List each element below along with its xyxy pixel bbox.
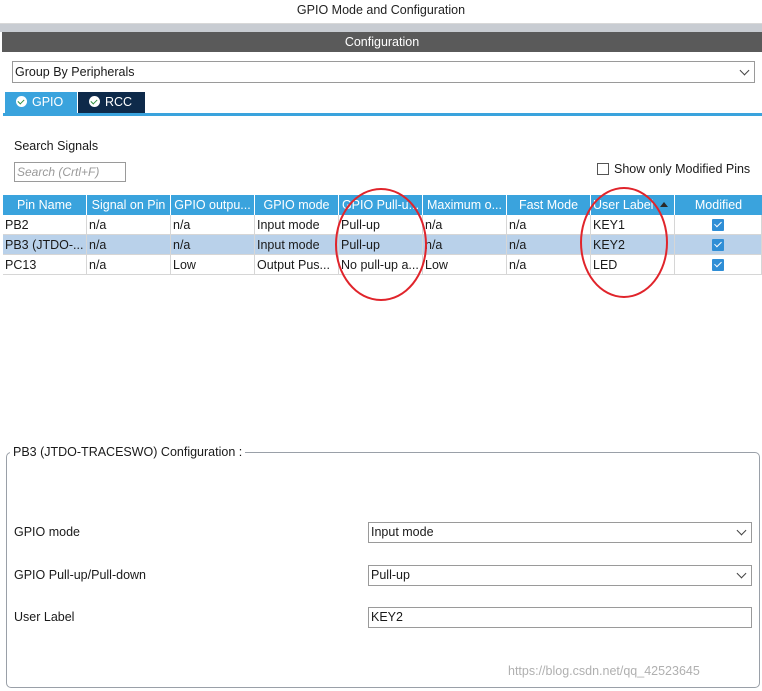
modified-checkbox[interactable] (712, 239, 724, 251)
pin-configuration-title: PB3 (JTDO-TRACESWO) Configuration : (10, 445, 246, 459)
chevron-down-icon (736, 525, 747, 536)
search-input[interactable] (14, 162, 126, 182)
cell-gpio-output: Low (171, 255, 255, 275)
cell-modified (675, 235, 762, 255)
cell-signal: n/a (87, 235, 171, 255)
cell-fast-mode: n/a (507, 235, 591, 255)
cell-user-label: KEY2 (591, 235, 675, 255)
table-row[interactable]: PB3 (JTDO-... n/a n/a Input mode Pull-up… (3, 235, 762, 255)
column-header-max-output[interactable]: Maximum o... (423, 195, 507, 215)
chevron-down-icon (739, 65, 750, 76)
cell-gpio-mode: Input mode (255, 235, 339, 255)
cell-gpio-mode: Output Pus... (255, 255, 339, 275)
cell-gpio-output: n/a (171, 235, 255, 255)
cell-gpio-mode: Input mode (255, 215, 339, 235)
window-title: GPIO Mode and Configuration (0, 0, 762, 24)
cell-gpio-pull: No pull-up a... (339, 255, 423, 275)
gpio-mode-select[interactable]: Input mode (368, 522, 752, 543)
cell-pin-name: PB2 (3, 215, 87, 235)
cell-modified (675, 255, 762, 275)
check-circle-icon (16, 96, 27, 107)
cell-user-label: KEY1 (591, 215, 675, 235)
show-only-modified-checkbox[interactable] (597, 163, 609, 175)
cell-modified (675, 215, 762, 235)
cell-gpio-pull: Pull-up (339, 235, 423, 255)
chevron-down-icon (736, 568, 747, 579)
table-header-row: Pin Name Signal on Pin GPIO outpu... GPI… (3, 195, 762, 215)
column-header-user-label-text: User Label (593, 198, 654, 212)
sort-ascending-icon (660, 202, 668, 207)
tab-gpio[interactable]: GPIO (5, 92, 77, 113)
gpio-pull-label: GPIO Pull-up/Pull-down (14, 568, 147, 582)
modified-checkbox[interactable] (712, 219, 724, 231)
group-by-value: Group By Peripherals (15, 65, 135, 79)
cell-pin-name: PB3 (JTDO-... (3, 235, 87, 255)
configuration-header: Configuration (2, 32, 762, 52)
tab-gpio-label: GPIO (32, 95, 64, 109)
cell-signal: n/a (87, 215, 171, 235)
cell-gpio-pull: Pull-up (339, 215, 423, 235)
gpio-mode-value: Input mode (371, 525, 434, 539)
watermark: https://blog.csdn.net/qq_42523645 (508, 664, 700, 678)
search-signals-label: Search Signals (14, 139, 99, 153)
cell-max-output: Low (423, 255, 507, 275)
table-row[interactable]: PB2 n/a n/a Input mode Pull-up n/a n/a K… (3, 215, 762, 235)
title-separator (0, 24, 762, 32)
cell-pin-name: PC13 (3, 255, 87, 275)
column-header-modified[interactable]: Modified (675, 195, 762, 215)
modified-checkbox[interactable] (712, 259, 724, 271)
show-only-modified-toggle[interactable]: Show only Modified Pins (597, 162, 750, 176)
show-only-modified-label: Show only Modified Pins (614, 162, 751, 176)
gpio-pull-select[interactable]: Pull-up (368, 565, 752, 586)
gpio-pull-value: Pull-up (371, 568, 410, 582)
tab-underline (3, 113, 762, 116)
column-header-gpio-pull[interactable]: GPIO Pull-u... (339, 195, 423, 215)
cell-gpio-output: n/a (171, 215, 255, 235)
tab-rcc[interactable]: RCC (78, 92, 145, 113)
cell-signal: n/a (87, 255, 171, 275)
column-header-signal[interactable]: Signal on Pin (87, 195, 171, 215)
gpio-mode-label: GPIO mode (14, 525, 80, 539)
cell-user-label: LED (591, 255, 675, 275)
column-header-fast-mode[interactable]: Fast Mode (507, 195, 591, 215)
column-header-gpio-output[interactable]: GPIO outpu... (171, 195, 255, 215)
pin-table: Pin Name Signal on Pin GPIO outpu... GPI… (3, 195, 762, 275)
column-header-pin-name[interactable]: Pin Name (3, 195, 87, 215)
column-header-gpio-mode[interactable]: GPIO mode (255, 195, 339, 215)
check-circle-icon (89, 96, 100, 107)
column-header-user-label[interactable]: User Label (591, 195, 675, 215)
group-by-select[interactable]: Group By Peripherals (12, 61, 755, 83)
user-label-label: User Label (14, 610, 75, 624)
cell-max-output: n/a (423, 215, 507, 235)
tab-rcc-label: RCC (105, 95, 133, 109)
user-label-input[interactable]: KEY2 (368, 607, 752, 628)
table-row[interactable]: PC13 n/a Low Output Pus... No pull-up a.… (3, 255, 762, 275)
cell-fast-mode: n/a (507, 215, 591, 235)
cell-fast-mode: n/a (507, 255, 591, 275)
cell-max-output: n/a (423, 235, 507, 255)
